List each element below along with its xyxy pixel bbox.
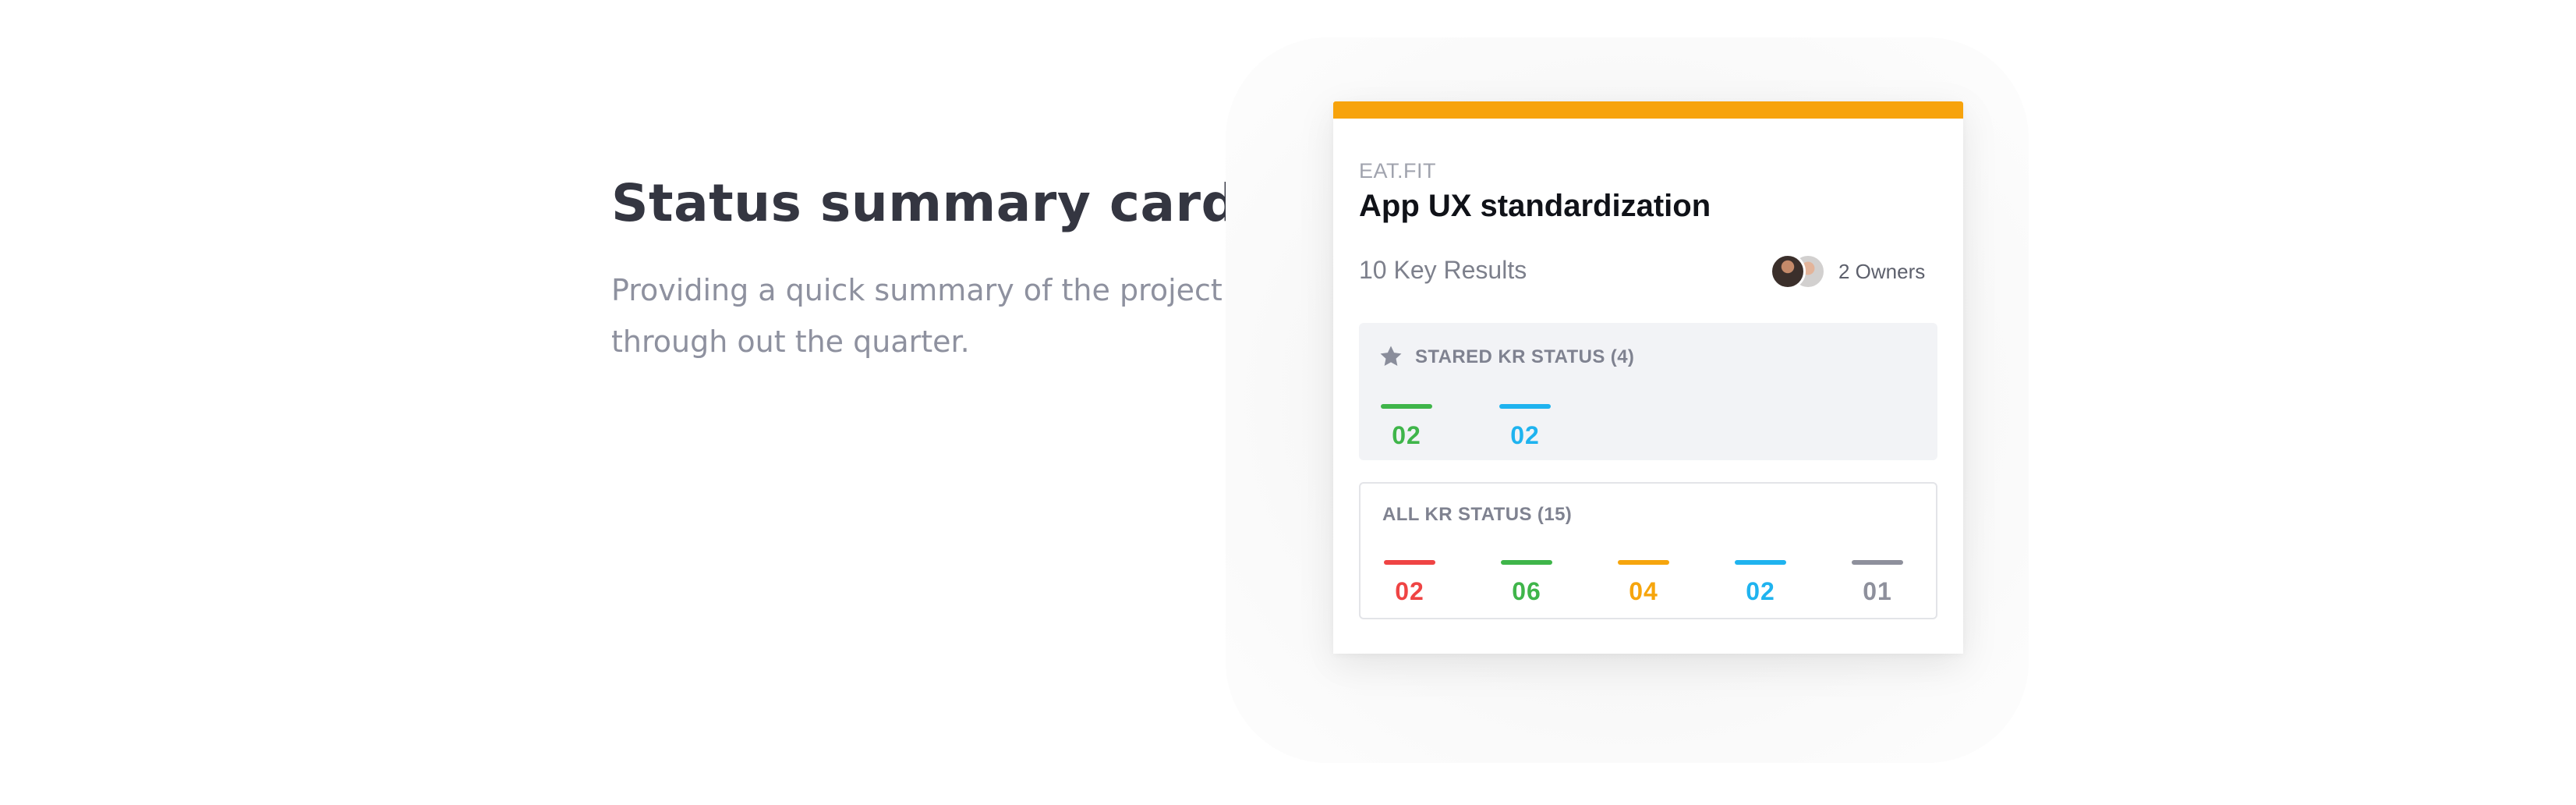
key-results-count: 10 Key Results bbox=[1359, 256, 1527, 284]
status-bar bbox=[1384, 560, 1435, 565]
owners-group[interactable]: 2 Owners bbox=[1770, 253, 1925, 290]
all-status-item: 02 bbox=[1733, 560, 1788, 606]
all-status-item: 01 bbox=[1850, 560, 1905, 606]
all-status-item: 02 bbox=[1382, 560, 1437, 606]
status-count: 01 bbox=[1863, 577, 1892, 605]
status-count: 02 bbox=[1746, 577, 1775, 605]
all-kr-status-panel: ALL KR STATUS (15) 02 06 04 02 01 bbox=[1359, 482, 1937, 619]
status-count: 02 bbox=[1395, 577, 1424, 605]
org-label: EAT.FIT bbox=[1359, 159, 1437, 183]
card-accent-bar bbox=[1333, 101, 1963, 119]
status-count: 04 bbox=[1629, 577, 1658, 605]
section-description: Providing a quick summary of the project… bbox=[611, 273, 1223, 359]
all-kr-title: ALL KR STATUS (15) bbox=[1382, 504, 1573, 525]
status-bar bbox=[1735, 560, 1786, 565]
status-count: 02 bbox=[1392, 421, 1421, 449]
stared-status-item: 02 bbox=[1379, 404, 1434, 450]
avatar bbox=[1770, 254, 1806, 289]
status-bar bbox=[1499, 404, 1551, 409]
status-count: 06 bbox=[1512, 577, 1541, 605]
all-status-item: 04 bbox=[1616, 560, 1671, 606]
status-bar bbox=[1381, 404, 1432, 409]
all-status-item: 06 bbox=[1499, 560, 1554, 606]
section-heading: Status summary card bbox=[611, 173, 1239, 233]
status-bar bbox=[1501, 560, 1552, 565]
stared-kr-title: STARED KR STATUS (4) bbox=[1415, 346, 1635, 367]
status-bar bbox=[1852, 560, 1903, 565]
status-bar bbox=[1618, 560, 1669, 565]
status-count: 02 bbox=[1510, 421, 1540, 449]
stared-status-item: 02 bbox=[1498, 404, 1552, 450]
stared-kr-status-panel: STARED KR STATUS (4) 02 02 bbox=[1359, 323, 1937, 460]
status-summary-card[interactable]: EAT.FIT App UX standardization 10 Key Re… bbox=[1333, 101, 1963, 654]
star-icon bbox=[1380, 346, 1402, 367]
intro-section: Status summary card Providing a quick su… bbox=[611, 173, 1251, 367]
card-title[interactable]: App UX standardization bbox=[1359, 189, 1711, 224]
owners-label: 2 Owners bbox=[1838, 259, 1926, 283]
